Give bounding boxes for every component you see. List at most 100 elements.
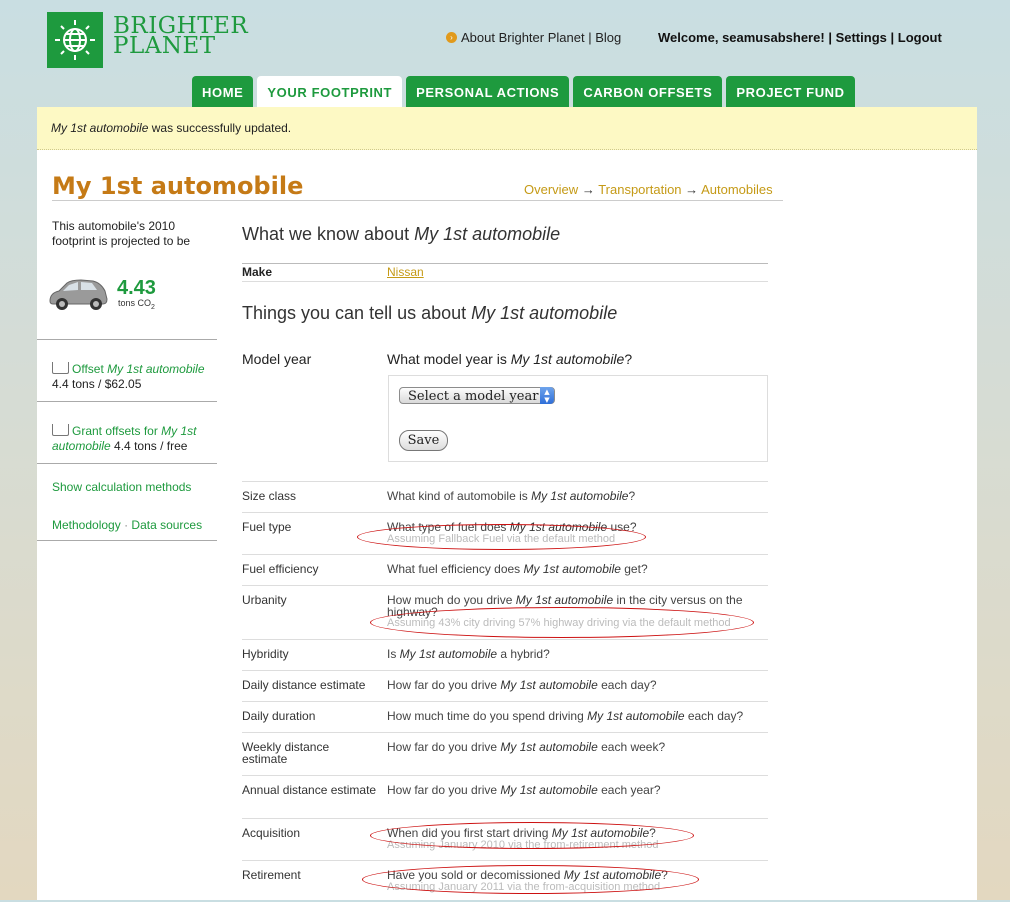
main-nav: HOME YOUR FOOTPRINT PERSONAL ACTIONS CAR… xyxy=(192,76,859,107)
page-title: My 1st automobile xyxy=(52,172,304,200)
breadcrumb-transportation[interactable]: Transportation xyxy=(598,182,681,197)
tab-home[interactable]: HOME xyxy=(192,76,254,107)
row-label: Acquisition xyxy=(242,826,301,840)
grant-detail: 4.4 tons / free xyxy=(110,439,188,453)
projected-text: This automobile's 2010 footprint is proj… xyxy=(52,219,191,248)
question-item-name: My 1st automobile xyxy=(587,709,685,723)
question-suffix: each week? xyxy=(597,740,666,754)
methodology-link[interactable]: Methodology xyxy=(52,518,121,532)
footprint-summary: This automobile's 2010 footprint is proj… xyxy=(37,217,217,340)
row-label: Weekly distance estimate xyxy=(242,740,330,766)
data-sources-link[interactable]: Data sources xyxy=(131,518,202,532)
table-row[interactable]: Fuel efficiency What fuel efficiency does… xyxy=(242,554,768,585)
settings-link[interactable]: Settings xyxy=(836,30,887,45)
footprint-unit: tons CO2 xyxy=(118,298,156,311)
annotation-ellipse xyxy=(370,607,754,638)
flash-message: My 1st automobile was successfully updat… xyxy=(37,107,977,150)
brand-logo[interactable]: BRIGHTER PLANET xyxy=(47,12,248,68)
row-label: Daily distance estimate xyxy=(242,678,366,692)
table-row[interactable]: Daily duration How much time do you spend… xyxy=(242,701,768,732)
breadcrumb-automobiles[interactable]: Automobiles xyxy=(701,182,773,197)
row-question[interactable]: What fuel efficiency does My 1st automob… xyxy=(387,563,767,575)
table-row[interactable]: Daily distance estimate How far do you dr… xyxy=(242,670,768,701)
tab-personal-actions[interactable]: PERSONAL ACTIONS xyxy=(406,76,570,107)
model-year-select[interactable]: Select a model year ▲ ▼ xyxy=(399,387,555,404)
title-divider xyxy=(52,200,783,201)
row-label: Fuel type xyxy=(242,520,292,534)
annotation-ellipse xyxy=(362,865,699,894)
brand-name: BRIGHTER PLANET xyxy=(113,15,248,59)
grant-action: Grant offsets for My 1st automobile 4.4 … xyxy=(37,402,217,464)
breadcrumb-arrow: → xyxy=(581,182,595,197)
make-label: Make xyxy=(242,265,273,279)
row-question[interactable]: How far do you drive My 1st automobile e… xyxy=(387,784,767,796)
question-prefix: How far do you drive xyxy=(387,740,501,754)
blog-link[interactable]: Blog xyxy=(595,30,621,45)
table-row[interactable]: Hybridity Is My 1st automobile a hybrid? xyxy=(242,639,768,670)
arrow-bullet-icon: › xyxy=(446,32,457,43)
question-item-name: My 1st automobile xyxy=(531,489,629,503)
globe-icon xyxy=(47,12,103,68)
save-button[interactable]: Save xyxy=(399,430,448,451)
cart-icon xyxy=(52,424,69,436)
table-row[interactable]: Weekly distance estimate How far do you d… xyxy=(242,732,768,775)
question-suffix: each day? xyxy=(597,678,657,692)
make-row: Make Nissan xyxy=(242,263,768,282)
offset-name: My 1st automobile xyxy=(107,362,205,376)
row-label: Size class xyxy=(242,489,297,503)
question-suffix: a hybrid? xyxy=(497,647,550,661)
mq-name: My 1st automobile xyxy=(510,351,625,367)
separator: | xyxy=(828,30,832,45)
question-item-name: My 1st automobile xyxy=(500,783,598,797)
row-label: Retirement xyxy=(242,868,301,882)
tell-heading-name: My 1st automobile xyxy=(471,303,618,323)
unit-subscript: 2 xyxy=(151,303,155,311)
tell-heading-prefix: Things you can tell us about xyxy=(242,303,472,323)
row-label: Urbanity xyxy=(242,593,287,607)
question-item-name: My 1st automobile xyxy=(500,678,598,692)
table-row[interactable]: Annual distance estimate How far do you d… xyxy=(242,775,768,818)
question-suffix: ? xyxy=(628,489,636,503)
breadcrumb-overview[interactable]: Overview xyxy=(524,182,578,197)
question-suffix: each year? xyxy=(597,783,661,797)
row-question[interactable]: How much time do you spend driving My 1s… xyxy=(387,710,767,722)
row-question[interactable]: What kind of automobile is My 1st automo… xyxy=(387,490,767,502)
question-prefix: What kind of automobile is xyxy=(387,489,532,503)
question-prefix: What fuel efficiency does xyxy=(387,562,524,576)
question-prefix: How far do you drive xyxy=(387,783,501,797)
question-suffix: get? xyxy=(620,562,648,576)
table-row[interactable]: Size class What kind of automobile is My … xyxy=(242,481,768,512)
welcome-text: Welcome, seamusabshere! xyxy=(658,30,825,45)
known-heading: What we know about My 1st automobile xyxy=(242,224,560,245)
car-icon xyxy=(47,277,108,311)
tab-carbon-offsets[interactable]: CARBON OFFSETS xyxy=(573,76,723,107)
logout-link[interactable]: Logout xyxy=(898,30,942,45)
about-link[interactable]: About Brighter Planet xyxy=(461,30,585,45)
question-prefix: Is xyxy=(387,647,400,661)
content-panel: My 1st automobile was successfully updat… xyxy=(37,107,977,900)
separator: | xyxy=(890,30,895,45)
row-question[interactable]: How far do you drive My 1st automobile e… xyxy=(387,679,767,691)
question-prefix: How much time do you spend driving xyxy=(387,709,588,723)
brand-line-2: PLANET xyxy=(113,33,216,59)
tab-your-footprint[interactable]: YOUR FOOTPRINT xyxy=(257,76,403,107)
flash-text: was successfully updated. xyxy=(148,121,292,135)
question-item-name: My 1st automobile xyxy=(515,593,614,607)
sidebar: This automobile's 2010 footprint is proj… xyxy=(37,217,217,541)
row-question[interactable]: How far do you drive My 1st automobile e… xyxy=(387,741,767,753)
separator: | xyxy=(588,30,592,45)
show-methods-section: Show calculation methods xyxy=(37,464,217,502)
tell-heading: Things you can tell us about My 1st auto… xyxy=(242,303,617,324)
mq-prefix: What model year is xyxy=(387,351,511,367)
show-calculation-methods-link[interactable]: Show calculation methods xyxy=(52,480,191,494)
model-year-form: Select a model year ▲ ▼ Save xyxy=(388,375,768,462)
make-value-link[interactable]: Nissan xyxy=(387,265,424,280)
annotation-ellipse xyxy=(357,524,646,550)
question-suffix: each day? xyxy=(684,709,744,723)
cart-icon xyxy=(52,362,69,374)
offset-link[interactable]: Offset My 1st automobile xyxy=(52,362,205,376)
known-heading-name: My 1st automobile xyxy=(414,224,561,244)
tab-project-fund[interactable]: PROJECT FUND xyxy=(726,76,855,107)
row-question[interactable]: Is My 1st automobile a hybrid? xyxy=(387,648,767,660)
model-year-label: Model year xyxy=(242,351,312,367)
